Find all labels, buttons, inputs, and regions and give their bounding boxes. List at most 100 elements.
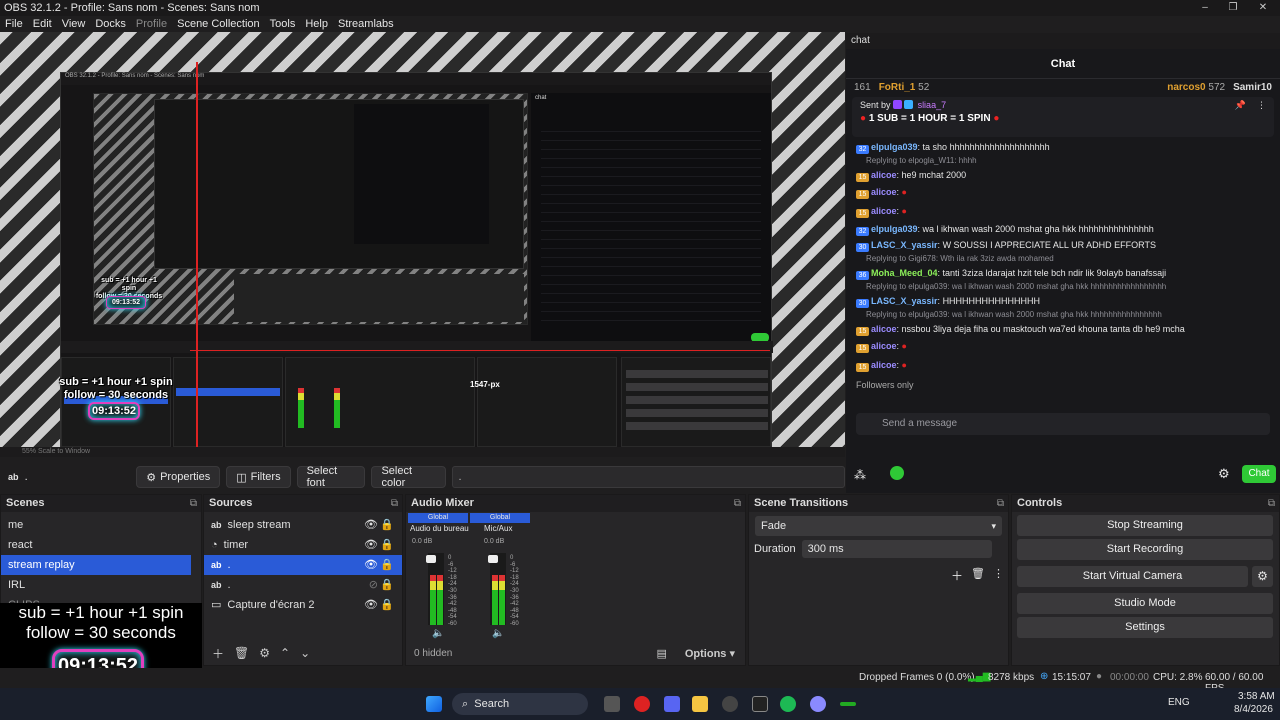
- chat-message: 15 alicoe: ●: [846, 356, 1280, 375]
- trash-icon[interactable]: 🗑: [971, 567, 985, 580]
- properties-button[interactable]: ⚙ Properties: [136, 466, 221, 488]
- channel-name[interactable]: Audio du bureau: [410, 524, 469, 533]
- obs-icon[interactable]: [722, 696, 738, 712]
- green-bits-icon[interactable]: [890, 466, 904, 480]
- transition-select[interactable]: Fade ▾: [755, 516, 1002, 536]
- menu-view[interactable]: View: [57, 18, 91, 30]
- source-item[interactable]: ab. ⊘ 🔒: [204, 575, 402, 595]
- lock-icon[interactable]: 🔒: [380, 535, 394, 555]
- menu-scene-collection[interactable]: Scene Collection: [172, 18, 265, 30]
- text-input[interactable]: .: [451, 466, 845, 488]
- mixer-layout-icon[interactable]: ▤: [656, 647, 666, 660]
- lock-icon[interactable]: 🔒: [380, 575, 394, 595]
- send-message-input[interactable]: Send a message: [856, 413, 1270, 435]
- menu-profile[interactable]: Profile: [131, 18, 172, 30]
- start-icon[interactable]: [426, 696, 442, 712]
- settings-button[interactable]: Settings: [1017, 617, 1273, 638]
- task-view-icon[interactable]: [604, 696, 620, 712]
- volume-slider[interactable]: [488, 555, 498, 563]
- chat-username[interactable]: alicoe: [871, 187, 897, 197]
- language-indicator[interactable]: ENG: [1168, 697, 1190, 708]
- opera-icon[interactable]: [634, 696, 650, 712]
- discord-icon[interactable]: [664, 696, 680, 712]
- studio-mode-button[interactable]: Studio Mode: [1017, 593, 1273, 614]
- chat-username[interactable]: alicoe: [871, 324, 897, 334]
- source-item[interactable]: ab sleep stream 👁 🔒: [204, 515, 402, 535]
- lock-icon[interactable]: 🔒: [380, 515, 394, 535]
- chat-username[interactable]: Moha_Meed_04: [871, 268, 938, 278]
- down-arrow-icon[interactable]: ⌄: [300, 646, 310, 660]
- add-icon[interactable]: ＋: [212, 645, 224, 662]
- chat-username[interactable]: LASC_X_yassir: [871, 296, 938, 306]
- menu-file[interactable]: File: [0, 18, 28, 30]
- chat-username[interactable]: elpulga039: [871, 142, 918, 152]
- preview-zoom-bar[interactable]: 55% Scale to Window: [0, 447, 845, 457]
- menu-help[interactable]: Help: [300, 18, 333, 30]
- minimize-button[interactable]: –: [1190, 0, 1220, 16]
- menu-docks[interactable]: Docks: [90, 18, 131, 30]
- spotify-icon[interactable]: [780, 696, 796, 712]
- menu-streamlabs[interactable]: Streamlabs: [333, 18, 399, 30]
- source-item-selected[interactable]: ab. 👁 🔒: [204, 555, 402, 575]
- close-button[interactable]: ✕: [1248, 0, 1278, 16]
- more-icon[interactable]: ⋮: [1257, 100, 1266, 111]
- red-guide-horizontal: [190, 350, 770, 351]
- gear-icon[interactable]: ⚙: [259, 646, 270, 660]
- window-title: OBS 32.1.2 - Profile: Sans nom - Scenes:…: [4, 2, 260, 14]
- scene-item[interactable]: react: [1, 535, 201, 555]
- speaker-icon[interactable]: 🔈: [432, 628, 444, 639]
- lock-icon[interactable]: 🔒: [380, 595, 394, 615]
- virtual-camera-settings-icon[interactable]: ⚙: [1252, 566, 1273, 587]
- eye-hidden-icon[interactable]: ⊘: [369, 575, 378, 595]
- eye-icon[interactable]: 👁: [364, 595, 378, 615]
- points-icon[interactable]: ⁂: [854, 468, 866, 482]
- volume-slider[interactable]: [426, 555, 436, 563]
- chat-username[interactable]: alicoe: [871, 360, 897, 370]
- stop-streaming-button[interactable]: Stop Streaming: [1017, 515, 1273, 536]
- menu-edit[interactable]: Edit: [28, 18, 57, 30]
- scenes-list: me react stream replay IRL CLIPS: [1, 512, 201, 607]
- duration-input[interactable]: 300 ms: [801, 540, 992, 558]
- eye-icon[interactable]: 👁: [364, 555, 378, 575]
- app3-icon[interactable]: [840, 702, 856, 706]
- trash-icon[interactable]: 🗑: [234, 646, 249, 660]
- channel-name[interactable]: Mic/Aux: [484, 524, 512, 533]
- chat-settings-icon[interactable]: ⚙: [1218, 466, 1230, 482]
- chat-username[interactable]: alicoe: [871, 206, 897, 216]
- chat-username[interactable]: LASC_X_yassir: [871, 240, 938, 250]
- chat-username[interactable]: alicoe: [871, 170, 897, 180]
- clock-time[interactable]: 3:58 AM: [1238, 691, 1275, 702]
- start-virtual-camera-button[interactable]: Start Virtual Camera: [1017, 566, 1248, 587]
- app-icon[interactable]: [752, 696, 768, 712]
- audio-options-button[interactable]: Options ▾: [685, 647, 735, 660]
- clock-date[interactable]: 8/4/2026: [1234, 704, 1273, 715]
- scene-item[interactable]: me: [1, 515, 201, 535]
- folder-icon[interactable]: [692, 696, 708, 712]
- filters-button[interactable]: ◫ Filters: [226, 466, 291, 488]
- live-icon: ⊕: [1040, 671, 1049, 682]
- start-recording-button[interactable]: Start Recording: [1017, 539, 1273, 560]
- app2-icon[interactable]: [810, 696, 826, 712]
- taskbar-search[interactable]: ⌕ Search: [452, 693, 588, 715]
- add-icon[interactable]: ＋: [951, 567, 963, 584]
- sub-badge: 15: [856, 344, 869, 353]
- scene-item[interactable]: IRL: [1, 575, 201, 595]
- program-preview[interactable]: OBS 32.1.2 - Profile: Sans nom - Scenes:…: [0, 32, 845, 447]
- speaker-icon[interactable]: 🔈: [492, 628, 504, 639]
- eye-icon[interactable]: 👁: [364, 515, 378, 535]
- source-item[interactable]: ◔ timer 👁 🔒: [204, 535, 402, 555]
- pin-icon[interactable]: 📌: [1235, 100, 1246, 111]
- eye-icon[interactable]: 👁: [364, 535, 378, 555]
- lock-icon[interactable]: 🔒: [380, 555, 394, 575]
- chat-username[interactable]: elpulga039: [871, 224, 918, 234]
- select-color-button[interactable]: Select color: [371, 465, 446, 489]
- menu-tools[interactable]: Tools: [265, 18, 301, 30]
- maximize-button[interactable]: ❐: [1218, 0, 1248, 16]
- chat-send-button[interactable]: Chat: [1242, 465, 1276, 483]
- chat-username[interactable]: alicoe: [871, 341, 897, 351]
- select-font-button[interactable]: Select font: [296, 465, 366, 489]
- source-item[interactable]: ▭ Capture d'écran 2 👁 🔒: [204, 595, 402, 615]
- up-arrow-icon[interactable]: ⌃: [280, 646, 290, 660]
- more-icon[interactable]: ⋮: [993, 567, 1004, 580]
- scene-item-selected[interactable]: stream replay: [1, 555, 191, 575]
